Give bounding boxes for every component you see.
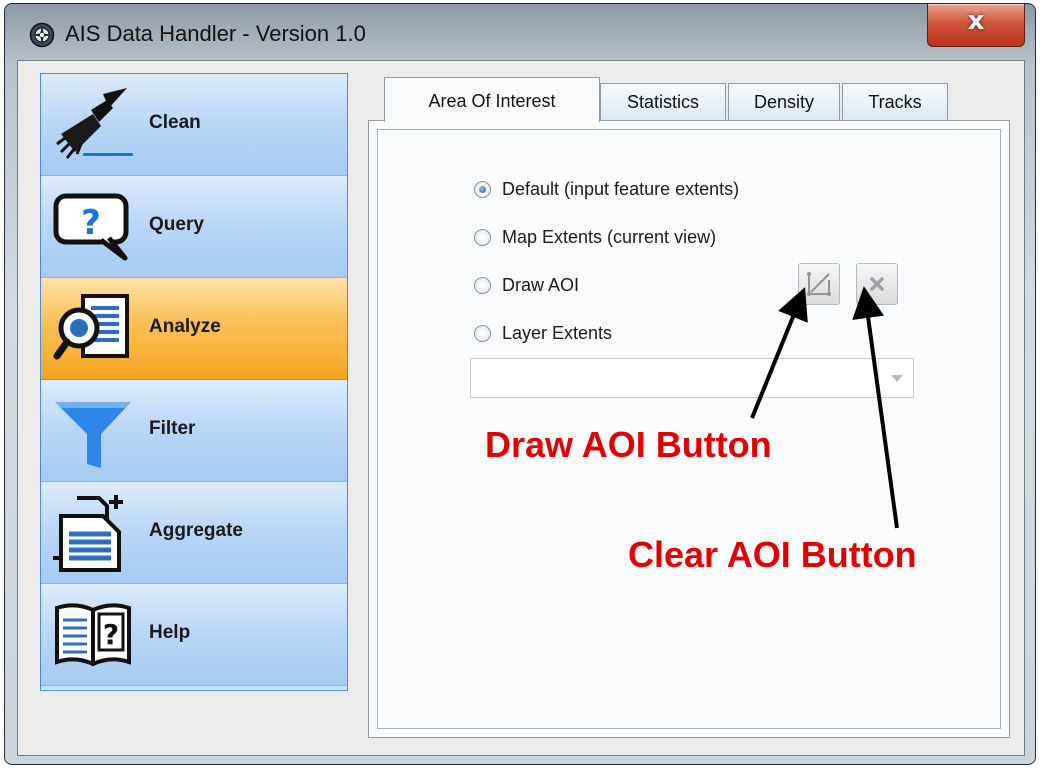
svg-text:?: ?	[81, 203, 101, 243]
draw-polygon-icon	[807, 272, 831, 296]
radio-label: Map Extents (current view)	[502, 226, 717, 247]
close-button[interactable]: x	[927, 4, 1025, 47]
radio-button[interactable]	[474, 324, 491, 342]
sidebar-nav: Clean ? Query Analyze Filter Aggregate ?…	[40, 73, 348, 691]
client-area: Clean ? Query Analyze Filter Aggregate ?…	[17, 60, 1025, 756]
app-window: AIS Data Handler - Version 1.0 x Clean ?	[4, 3, 1036, 765]
clear-aoi-annotation: Clear AOI Button	[628, 534, 917, 575]
chevron-down-icon[interactable]	[878, 359, 913, 397]
tab-control: Area Of Interest Statistics Density Trac…	[360, 73, 1016, 745]
clear-aoi-button[interactable]	[856, 263, 898, 305]
radio-map-extents[interactable]: Map Extents (current view)	[474, 223, 716, 251]
radio-draw-aoi[interactable]: Draw AOI	[474, 271, 579, 299]
tab-area-of-interest[interactable]: Area Of Interest	[384, 77, 600, 122]
sidebar-item-label: Analyze	[149, 316, 221, 337]
layer-extents-dropdown[interactable]	[470, 358, 914, 398]
compass-icon	[29, 22, 55, 48]
tab-tracks[interactable]: Tracks	[842, 83, 948, 121]
funnel-icon	[55, 402, 131, 468]
draw-aoi-button[interactable]	[798, 263, 840, 305]
radio-layer-extents[interactable]: Layer Extents	[474, 319, 612, 347]
sidebar-item-query[interactable]: ? Query	[41, 176, 347, 278]
sidebar-item-help[interactable]: ? Help	[41, 584, 347, 686]
svg-text:?: ?	[103, 618, 119, 651]
sidebar-item-label: Filter	[149, 418, 196, 439]
broom-icon	[56, 88, 133, 159]
sidebar-item-analyze[interactable]: Analyze	[41, 278, 347, 380]
sidebar-item-label: Aggregate	[149, 520, 243, 541]
sidebar-item-filter[interactable]: Filter	[41, 380, 347, 482]
radio-label: Draw AOI	[502, 274, 580, 295]
documents-plus-icon	[53, 495, 123, 572]
radio-label: Default (input feature extents)	[502, 178, 740, 199]
radio-button-checked[interactable]	[474, 180, 491, 198]
sidebar-item-label: Clean	[149, 112, 201, 133]
tab-density[interactable]: Density	[728, 83, 840, 121]
window-title: AIS Data Handler - Version 1.0	[65, 21, 366, 46]
title-bar: AIS Data Handler - Version 1.0 x	[5, 4, 1035, 66]
clear-x-icon	[870, 277, 884, 291]
tab-statistics[interactable]: Statistics	[600, 83, 726, 121]
sidebar-item-label: Query	[149, 214, 204, 235]
magnifier-document-icon	[53, 294, 129, 360]
radio-button[interactable]	[474, 228, 491, 246]
radio-label: Layer Extents	[502, 322, 613, 343]
draw-aoi-annotation: Draw AOI Button	[485, 424, 772, 465]
question-bubble-icon: ?	[53, 193, 129, 261]
radio-default-extents[interactable]: Default (input feature extents)	[474, 175, 739, 203]
radio-button[interactable]	[474, 276, 491, 294]
book-help-icon: ?	[55, 603, 131, 667]
sidebar-item-aggregate[interactable]: Aggregate	[41, 482, 347, 584]
sidebar-item-label: Help	[149, 622, 191, 643]
sidebar-item-clean[interactable]: Clean	[41, 74, 347, 176]
close-icon: x	[967, 6, 985, 36]
